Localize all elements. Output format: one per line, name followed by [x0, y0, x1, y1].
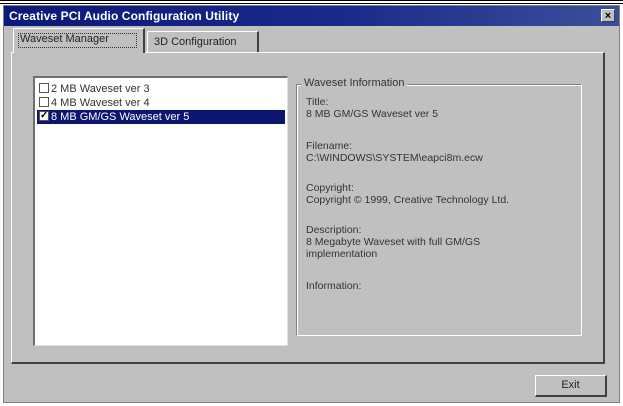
copyright-value: Copyright © 1999, Creative Technology Lt…	[306, 194, 510, 206]
checkbox[interactable]	[39, 97, 49, 107]
exit-button[interactable]: Exit	[535, 375, 607, 397]
waveset-listbox[interactable]: 2 MB Waveset ver 3 4 MB Waveset ver 4 ✓ …	[33, 76, 288, 346]
copyright-label: Copyright:	[306, 182, 354, 194]
checkbox[interactable]	[39, 83, 49, 93]
tab-label: 3D Configuration	[154, 36, 237, 48]
description-value-line1: 8 Megabyte Waveset with full GM/GS	[306, 236, 481, 248]
title-label: Title:	[306, 96, 329, 108]
title-bar[interactable]: Creative PCI Audio Configuration Utility…	[4, 6, 619, 26]
window-title: Creative PCI Audio Configuration Utility	[9, 9, 240, 23]
close-icon: ×	[604, 10, 612, 22]
description-label: Description:	[306, 224, 362, 236]
page-border-top	[0, 0, 623, 1]
list-item[interactable]: 2 MB Waveset ver 3	[37, 82, 285, 96]
title-value: 8 MB GM/GS Waveset ver 5	[306, 108, 439, 120]
list-item-label: 2 MB Waveset ver 3	[51, 83, 150, 95]
tab-waveset-manager[interactable]: Waveset Manager	[13, 28, 145, 53]
group-frame	[297, 85, 581, 335]
filename-label: Filename:	[306, 140, 353, 152]
list-item-label: 4 MB Waveset ver 4	[51, 97, 150, 109]
group-title: Waveset Information	[301, 77, 408, 89]
tab-3d-configuration[interactable]: 3D Configuration	[147, 31, 259, 52]
information-label: Information:	[306, 280, 362, 292]
checkbox-checked[interactable]: ✓	[39, 110, 49, 121]
list-item-selected[interactable]: ✓ 8 MB GM/GS Waveset ver 5	[37, 110, 285, 124]
description-value-line2: implementation	[306, 248, 378, 260]
check-icon: ✓	[40, 110, 49, 121]
filename-value: C:\WINDOWS\SYSTEM\eapci8m.ecw	[306, 152, 483, 164]
tab-focus-rect	[18, 33, 137, 48]
waveset-info-group	[296, 84, 582, 336]
list-item-label: 8 MB GM/GS Waveset ver 5	[51, 111, 190, 123]
exit-button-label: Exit	[561, 379, 580, 391]
close-button[interactable]: ×	[601, 9, 615, 22]
list-item[interactable]: 4 MB Waveset ver 4	[37, 96, 285, 110]
page-border-rule	[0, 3, 623, 4]
